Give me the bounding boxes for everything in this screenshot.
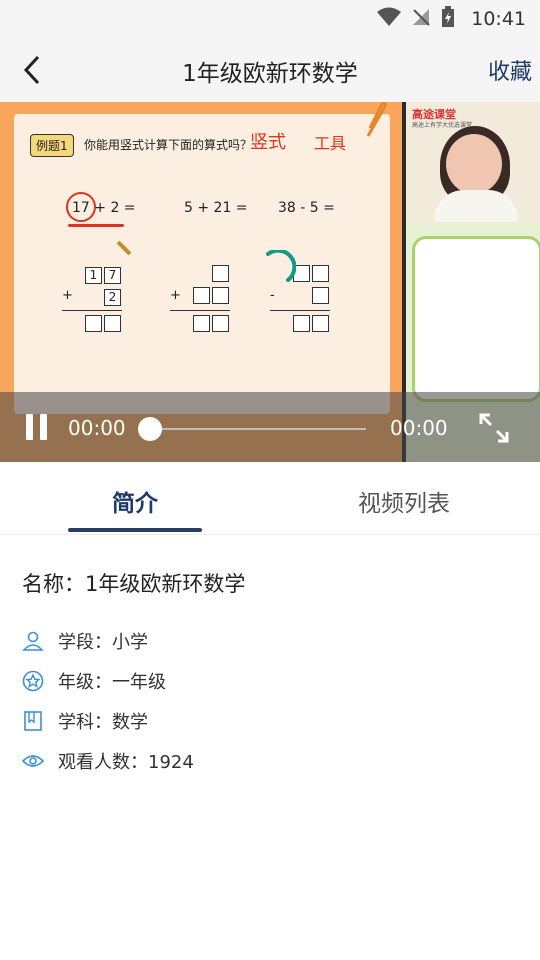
expression: 38 - 5 = [278, 200, 335, 216]
digit-box [193, 287, 210, 304]
operator: + [62, 288, 73, 303]
star-badge-icon [22, 670, 44, 692]
clock: 10:41 [471, 8, 526, 30]
info-text: 学段：小学 [58, 632, 148, 653]
digit-box: 2 [104, 289, 121, 306]
info-text: 观看人数：1924 [58, 752, 194, 773]
question-text: 你能用竖式计算下面的算式吗？ [84, 138, 253, 152]
teacher-camera: 高途课堂 高途上有学大优选课堂 [406, 102, 540, 222]
teacher-shirt [434, 190, 518, 222]
info-row-views: 观看人数：1924 [22, 748, 194, 774]
info-row-grade: 年级：一年级 [22, 668, 166, 694]
wifi-icon [377, 7, 402, 31]
progress-knob[interactable] [138, 417, 162, 441]
expression: 5 + 21 = [184, 200, 248, 216]
vertical-calculation: + [170, 264, 230, 336]
vertical-calculation: 17 +2 [62, 264, 122, 336]
digit-box [312, 287, 329, 304]
fullscreen-icon [479, 413, 509, 443]
operator: - [270, 288, 275, 303]
digit-box [212, 287, 229, 304]
handwritten-note: 竖式 [250, 132, 286, 153]
loading-spinner-icon [262, 248, 297, 284]
status-bar: 10:41 [0, 0, 540, 36]
fullscreen-button[interactable] [478, 412, 510, 444]
progress-bar[interactable] [150, 428, 366, 430]
eye-icon [22, 750, 44, 772]
pause-icon [40, 414, 47, 440]
page-title: 1年级欧新环数学 [182, 61, 358, 87]
status-icons: 10:41 [377, 6, 526, 32]
digit-box [212, 265, 229, 282]
red-underline-mark [68, 224, 124, 227]
pause-icon [26, 414, 33, 440]
book-icon [22, 710, 44, 732]
decorative-frame [412, 236, 540, 402]
answer-box [193, 315, 210, 332]
tab-bar: 简介 视频列表 [0, 462, 540, 535]
answer-box [212, 315, 229, 332]
answer-box [104, 315, 121, 332]
board-page: 例题1 你能用竖式计算下面的算式吗？ 竖式 工具 17 + 2 = 5 + 21… [14, 114, 390, 414]
video-player[interactable]: 例题1 你能用竖式计算下面的算式吗？ 竖式 工具 17 + 2 = 5 + 21… [0, 102, 540, 462]
info-text: 年级：一年级 [58, 672, 166, 693]
pencil-icon [116, 240, 132, 260]
favorite-button[interactable]: 收藏 [488, 54, 532, 86]
info-row-subject: 学科：数学 [22, 708, 148, 734]
digit-box: 7 [104, 267, 121, 284]
answer-box [312, 315, 329, 332]
video-controls: 00:00 00:00 [0, 392, 540, 462]
info-text: 学科：数学 [58, 712, 148, 733]
course-name: 名称：1年级欧新环数学 [22, 572, 246, 596]
example-tag: 例题1 [30, 134, 74, 157]
digit-box [312, 265, 329, 282]
expression: 17 + 2 = [72, 200, 136, 216]
answer-box [85, 315, 102, 332]
info-row-stage: 学段：小学 [22, 628, 148, 654]
tab-intro[interactable]: 简介 [112, 484, 158, 518]
tab-video-list[interactable]: 视频列表 [358, 484, 450, 518]
no-signal-icon [411, 7, 431, 31]
pause-button[interactable] [26, 414, 50, 440]
active-tab-indicator [68, 528, 202, 532]
paperclip-icon [362, 102, 392, 146]
handwritten-note: 工具 [314, 134, 347, 153]
teacher-face [446, 134, 502, 194]
digit-box: 1 [85, 267, 102, 284]
total-time: 00:00 [390, 416, 448, 440]
battery-charging-icon [441, 6, 455, 32]
answer-box [293, 315, 310, 332]
operator: + [170, 288, 181, 303]
user-icon [22, 630, 44, 652]
current-time: 00:00 [68, 416, 126, 440]
title-bar: 1年级欧新环数学 收藏 [0, 36, 540, 102]
